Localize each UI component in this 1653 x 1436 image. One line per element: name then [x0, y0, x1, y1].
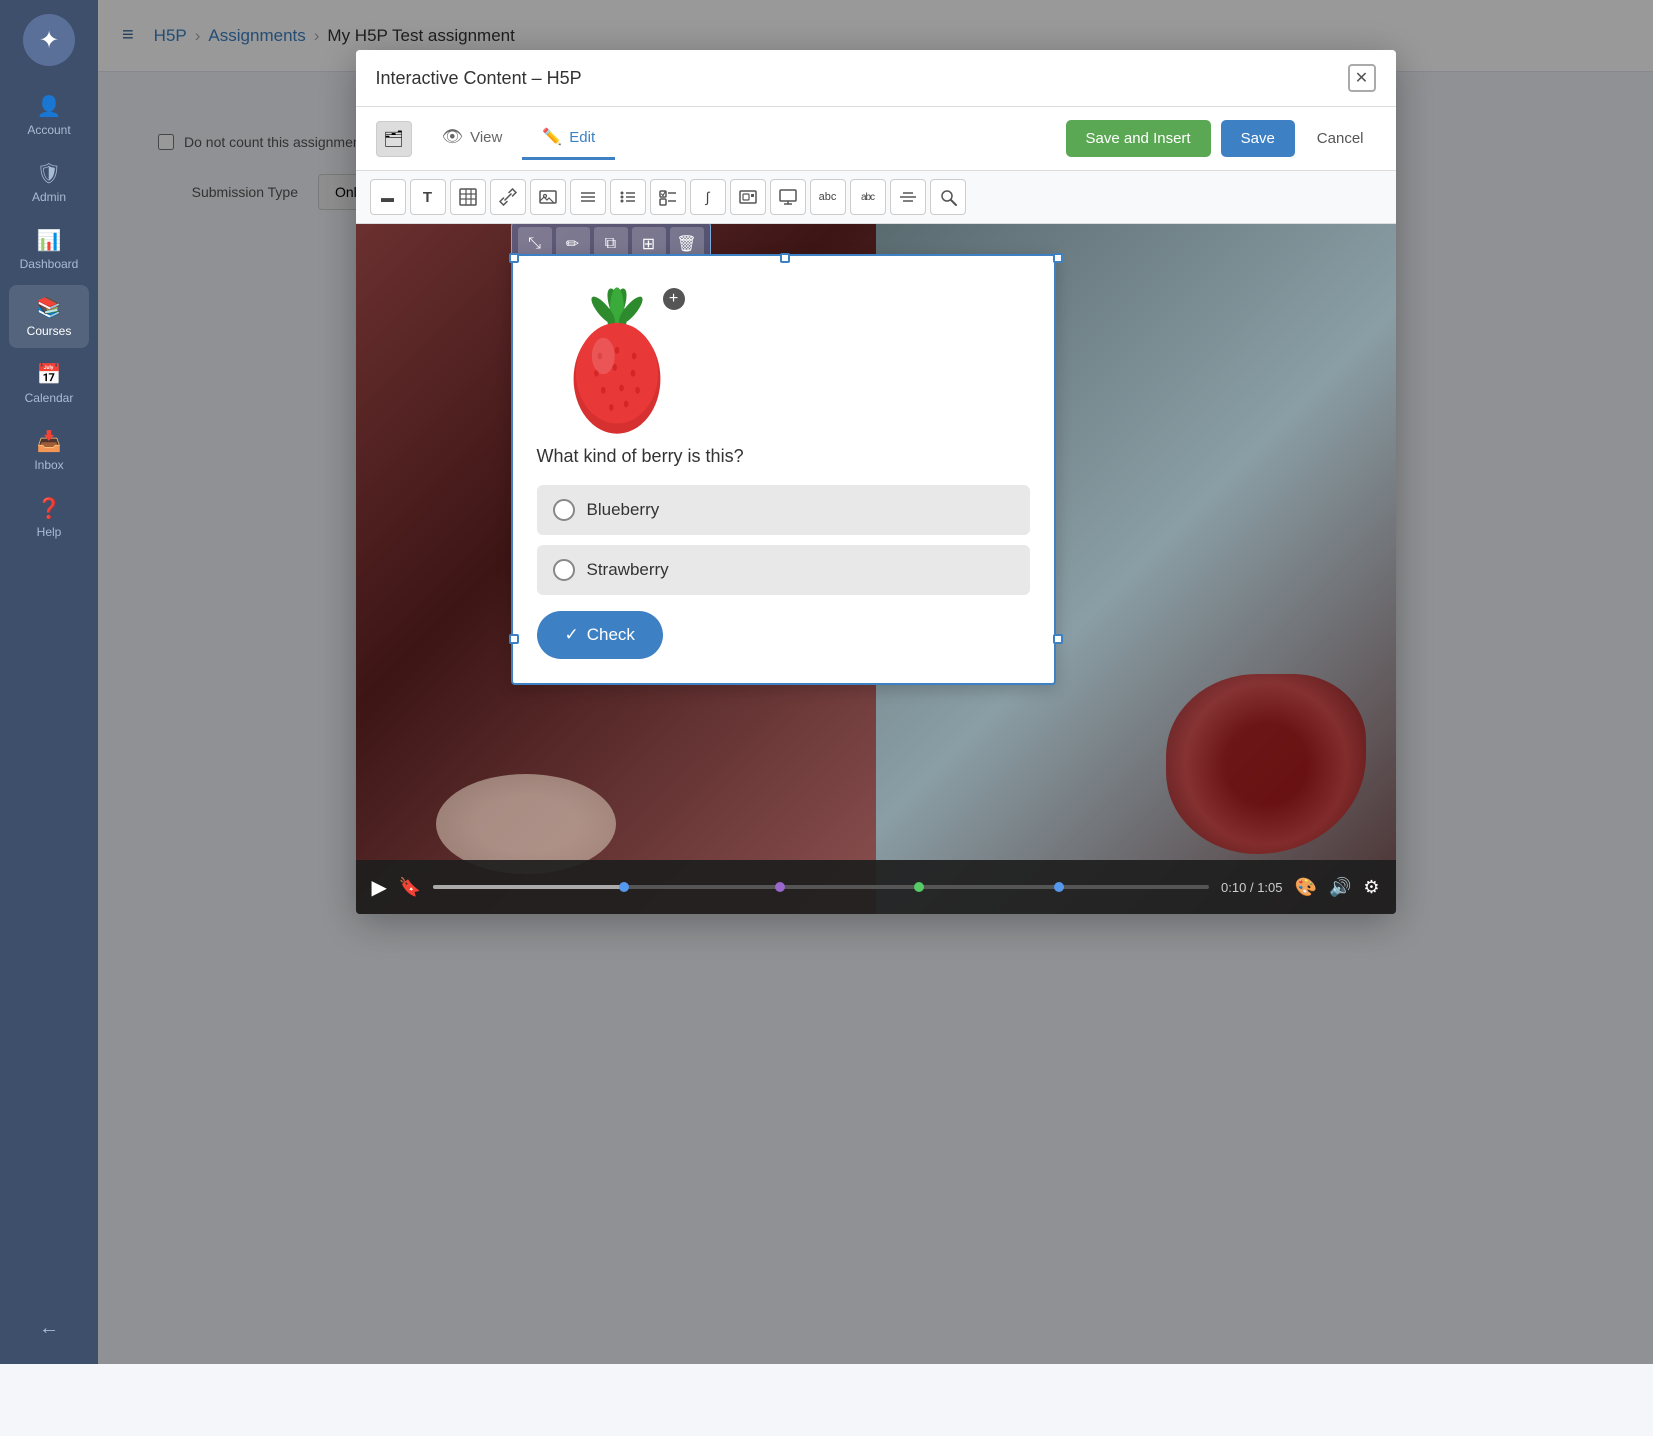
content-box-inner: + What kind of berry is this? Blueberry … — [513, 256, 1054, 683]
sidebar-item-courses[interactable]: 📚 Courses — [9, 285, 89, 348]
tab-view[interactable]: 👁 View — [422, 117, 523, 160]
tab-edit[interactable]: ✏️ Edit — [522, 117, 615, 160]
edit-tab-label: Edit — [569, 129, 595, 146]
settings-button[interactable]: ⚙ — [1363, 877, 1379, 898]
dot-blue2[interactable] — [1054, 882, 1064, 892]
resize-handle-tr[interactable] — [1053, 253, 1063, 263]
sidebar: ✦ 👤 Account 🛡 Admin 📊 Dashboard 📚 Course… — [0, 0, 98, 1364]
save-button[interactable]: Save — [1221, 120, 1295, 157]
radio-blueberry — [553, 499, 575, 521]
sidebar-item-label: Courses — [27, 324, 72, 338]
check-icon: ✓ — [565, 625, 579, 645]
resize-handle-mr[interactable] — [1053, 634, 1063, 644]
volume-button[interactable]: 🔊 — [1329, 877, 1351, 898]
dot-green[interactable] — [914, 882, 924, 892]
cancel-button[interactable]: Cancel — [1305, 120, 1376, 157]
resize-handle-tl[interactable] — [509, 253, 519, 263]
video-background: ⤡ ✏ ⧉ ⊞ 🗑 — [356, 224, 1396, 914]
content-box: + What kind of berry is this? Blueberry … — [511, 254, 1056, 685]
dot-blue[interactable] — [619, 882, 629, 892]
modal: Interactive Content – H5P ✕ 🗂 👁 View ✏️ … — [356, 50, 1396, 914]
toolbar-media-btn[interactable] — [730, 179, 766, 215]
progress-fill — [433, 885, 627, 889]
toolbar-unordered-list-btn[interactable] — [610, 179, 646, 215]
resize-handle-ml[interactable] — [509, 634, 519, 644]
toolbar-list-btn[interactable] — [570, 179, 606, 215]
video-controls: ▶ 🔖 0:10 / 1:05 🎨 🔊 — [356, 860, 1396, 914]
palette-button[interactable]: 🎨 — [1295, 877, 1317, 898]
account-icon: 👤 — [37, 94, 62, 119]
modal-header: Interactive Content – H5P ✕ — [356, 50, 1396, 107]
tabs: 👁 View ✏️ Edit — [422, 117, 616, 160]
bookmark-button[interactable]: 🔖 — [399, 877, 421, 898]
modal-overlay: Interactive Content – H5P ✕ 🗂 👁 View ✏️ … — [98, 0, 1653, 1364]
sidebar-item-label: Help — [37, 525, 62, 539]
toolbar-textbox-btn[interactable]: abc — [810, 179, 846, 215]
toolbar-checklist-btn[interactable] — [650, 179, 686, 215]
logo-icon: ✦ — [39, 26, 59, 55]
view-tab-icon: 👁 — [442, 127, 464, 147]
check-button[interactable]: ✓ Check — [537, 611, 663, 659]
check-label: Check — [587, 625, 635, 645]
toolbar-textbox2-btn[interactable]: abc — [850, 179, 886, 215]
modal-title: Interactive Content – H5P — [376, 68, 582, 89]
answer-blueberry[interactable]: Blueberry — [537, 485, 1030, 535]
sidebar-item-admin[interactable]: 🛡 Admin — [9, 151, 89, 214]
edit-tab-icon: ✏️ — [542, 127, 562, 147]
sidebar-item-help[interactable]: ❓ Help — [9, 486, 89, 549]
admin-icon: 🛡 — [36, 161, 61, 186]
toolbar-strikethrough-btn[interactable] — [890, 179, 926, 215]
file-icon-btn[interactable]: 🗂 — [376, 121, 412, 157]
toolbar-formula-btn[interactable]: ∫ — [690, 179, 726, 215]
toolbar-link-btn[interactable] — [490, 179, 526, 215]
radio-strawberry — [553, 559, 575, 581]
editor-toolbar: ▬ T ∫ — [356, 171, 1396, 224]
plate-decoration — [436, 774, 616, 874]
sidebar-item-label: Account — [27, 123, 70, 137]
sidebar-item-inbox[interactable]: 📥 Inbox — [9, 419, 89, 482]
sidebar-item-account[interactable]: 👤 Account — [9, 84, 89, 147]
view-tab-label: View — [470, 129, 502, 146]
toolbar-minus-btn[interactable]: ▬ — [370, 179, 406, 215]
sidebar-collapse-button[interactable]: ← — [29, 1307, 69, 1350]
modal-toolbar: 🗂 👁 View ✏️ Edit Save and Insert Save Ca… — [356, 107, 1396, 171]
help-icon: ❓ — [37, 496, 62, 521]
toolbar-actions: Save and Insert Save Cancel — [1066, 120, 1376, 157]
sidebar-item-label: Calendar — [25, 391, 74, 405]
answer-strawberry[interactable]: Strawberry — [537, 545, 1030, 595]
progress-track[interactable] — [433, 885, 1209, 889]
time-display: 0:10 / 1:05 — [1221, 880, 1282, 895]
resize-handle-tm[interactable] — [780, 253, 790, 263]
sidebar-item-dashboard[interactable]: 📊 Dashboard — [9, 218, 89, 281]
save-and-insert-button[interactable]: Save and Insert — [1066, 120, 1211, 157]
sidebar-item-label: Dashboard — [20, 257, 79, 271]
add-interaction-btn[interactable]: + — [663, 288, 685, 310]
courses-icon: 📚 — [37, 295, 62, 320]
calendar-icon: 📅 — [37, 362, 62, 387]
dot-purple[interactable] — [775, 882, 785, 892]
modal-close-button[interactable]: ✕ — [1348, 64, 1376, 92]
toolbar-table-btn[interactable] — [450, 179, 486, 215]
toolbar-screen-btn[interactable] — [770, 179, 806, 215]
toolbar-text-btn[interactable]: T — [410, 179, 446, 215]
sidebar-item-label: Admin — [32, 190, 66, 204]
toolbar-image-btn[interactable] — [530, 179, 566, 215]
dashboard-icon: 📊 — [37, 228, 62, 253]
answer-strawberry-label: Strawberry — [587, 560, 669, 580]
app-logo[interactable]: ✦ — [23, 14, 75, 66]
sidebar-item-calendar[interactable]: 📅 Calendar — [9, 352, 89, 415]
question-text: What kind of berry is this? — [537, 446, 1030, 467]
inbox-icon: 📥 — [37, 429, 62, 454]
answer-blueberry-label: Blueberry — [587, 500, 660, 520]
editor-content: ⤡ ✏ ⧉ ⊞ 🗑 — [356, 224, 1396, 914]
play-button[interactable]: ▶ — [372, 875, 387, 900]
toolbar-search-btn[interactable] — [930, 179, 966, 215]
sidebar-item-label: Inbox — [34, 458, 63, 472]
